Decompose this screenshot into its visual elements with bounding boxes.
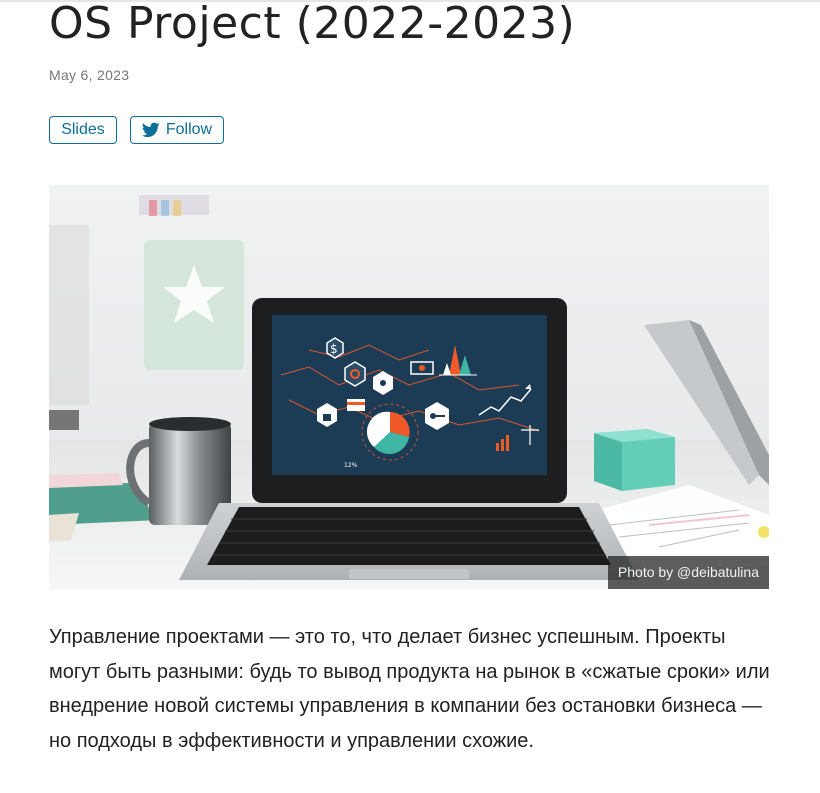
- laptop-desk-photo: $ 12%: [49, 185, 769, 589]
- photo-credit: Photo by @deibatulina: [607, 556, 769, 589]
- screen-percent-label: 12%: [344, 462, 358, 469]
- slides-button[interactable]: Slides: [49, 116, 117, 144]
- svg-text:$: $: [330, 342, 338, 356]
- article-paragraph: Управление проектами — это то, что делае…: [49, 626, 770, 752]
- follow-button-label: Follow: [165, 121, 213, 138]
- post-date: May 6, 2023: [49, 67, 130, 83]
- hero-image: $ 12% Photo by @deibatulina: [49, 185, 769, 589]
- slides-button-label: Slides: [61, 121, 105, 138]
- twitter-icon: [141, 122, 160, 138]
- laptop-screen: [272, 315, 547, 475]
- page-title: OS Project (2022-2023): [49, 0, 576, 49]
- follow-button[interactable]: Follow: [130, 116, 224, 144]
